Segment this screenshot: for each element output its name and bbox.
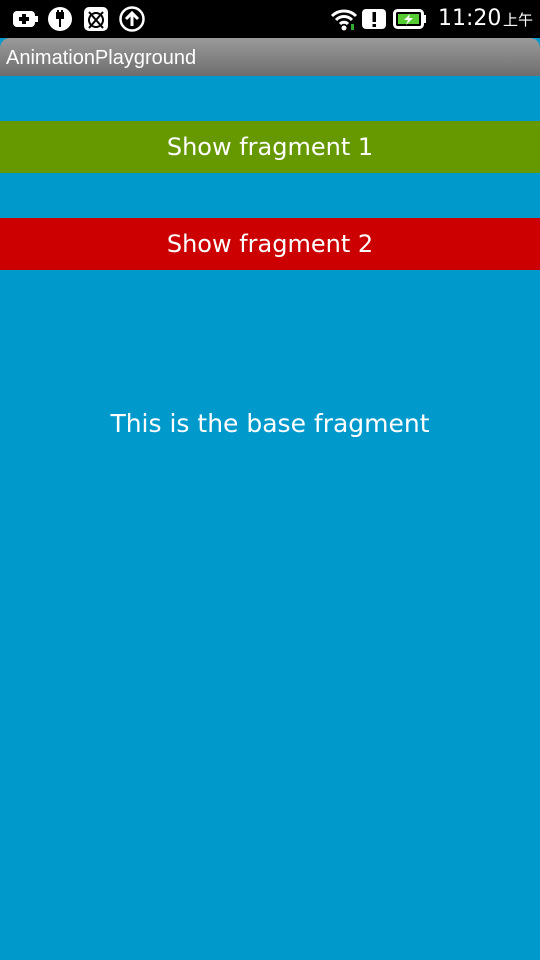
battery-saver-icon xyxy=(12,6,38,32)
show-fragment-2-button[interactable]: Show fragment 2 xyxy=(0,218,540,270)
wifi-icon xyxy=(330,6,358,32)
battery-charging-icon xyxy=(393,6,427,32)
action-bar: AnimationPlayground xyxy=(0,38,540,76)
base-fragment-text: This is the base fragment xyxy=(110,409,430,438)
main-content: Show fragment 1 Show fragment 2 This is … xyxy=(0,76,540,960)
status-bar: 11:20 上午 xyxy=(0,0,540,38)
usb-icon xyxy=(47,6,73,32)
alert-icon xyxy=(361,6,387,32)
status-ampm: 上午 xyxy=(503,11,534,29)
show-fragment-1-button[interactable]: Show fragment 1 xyxy=(0,121,540,173)
app-title: AnimationPlayground xyxy=(6,47,197,69)
status-time: 11:20 xyxy=(438,6,502,31)
debug-icon xyxy=(83,6,109,32)
upload-icon xyxy=(119,6,145,32)
